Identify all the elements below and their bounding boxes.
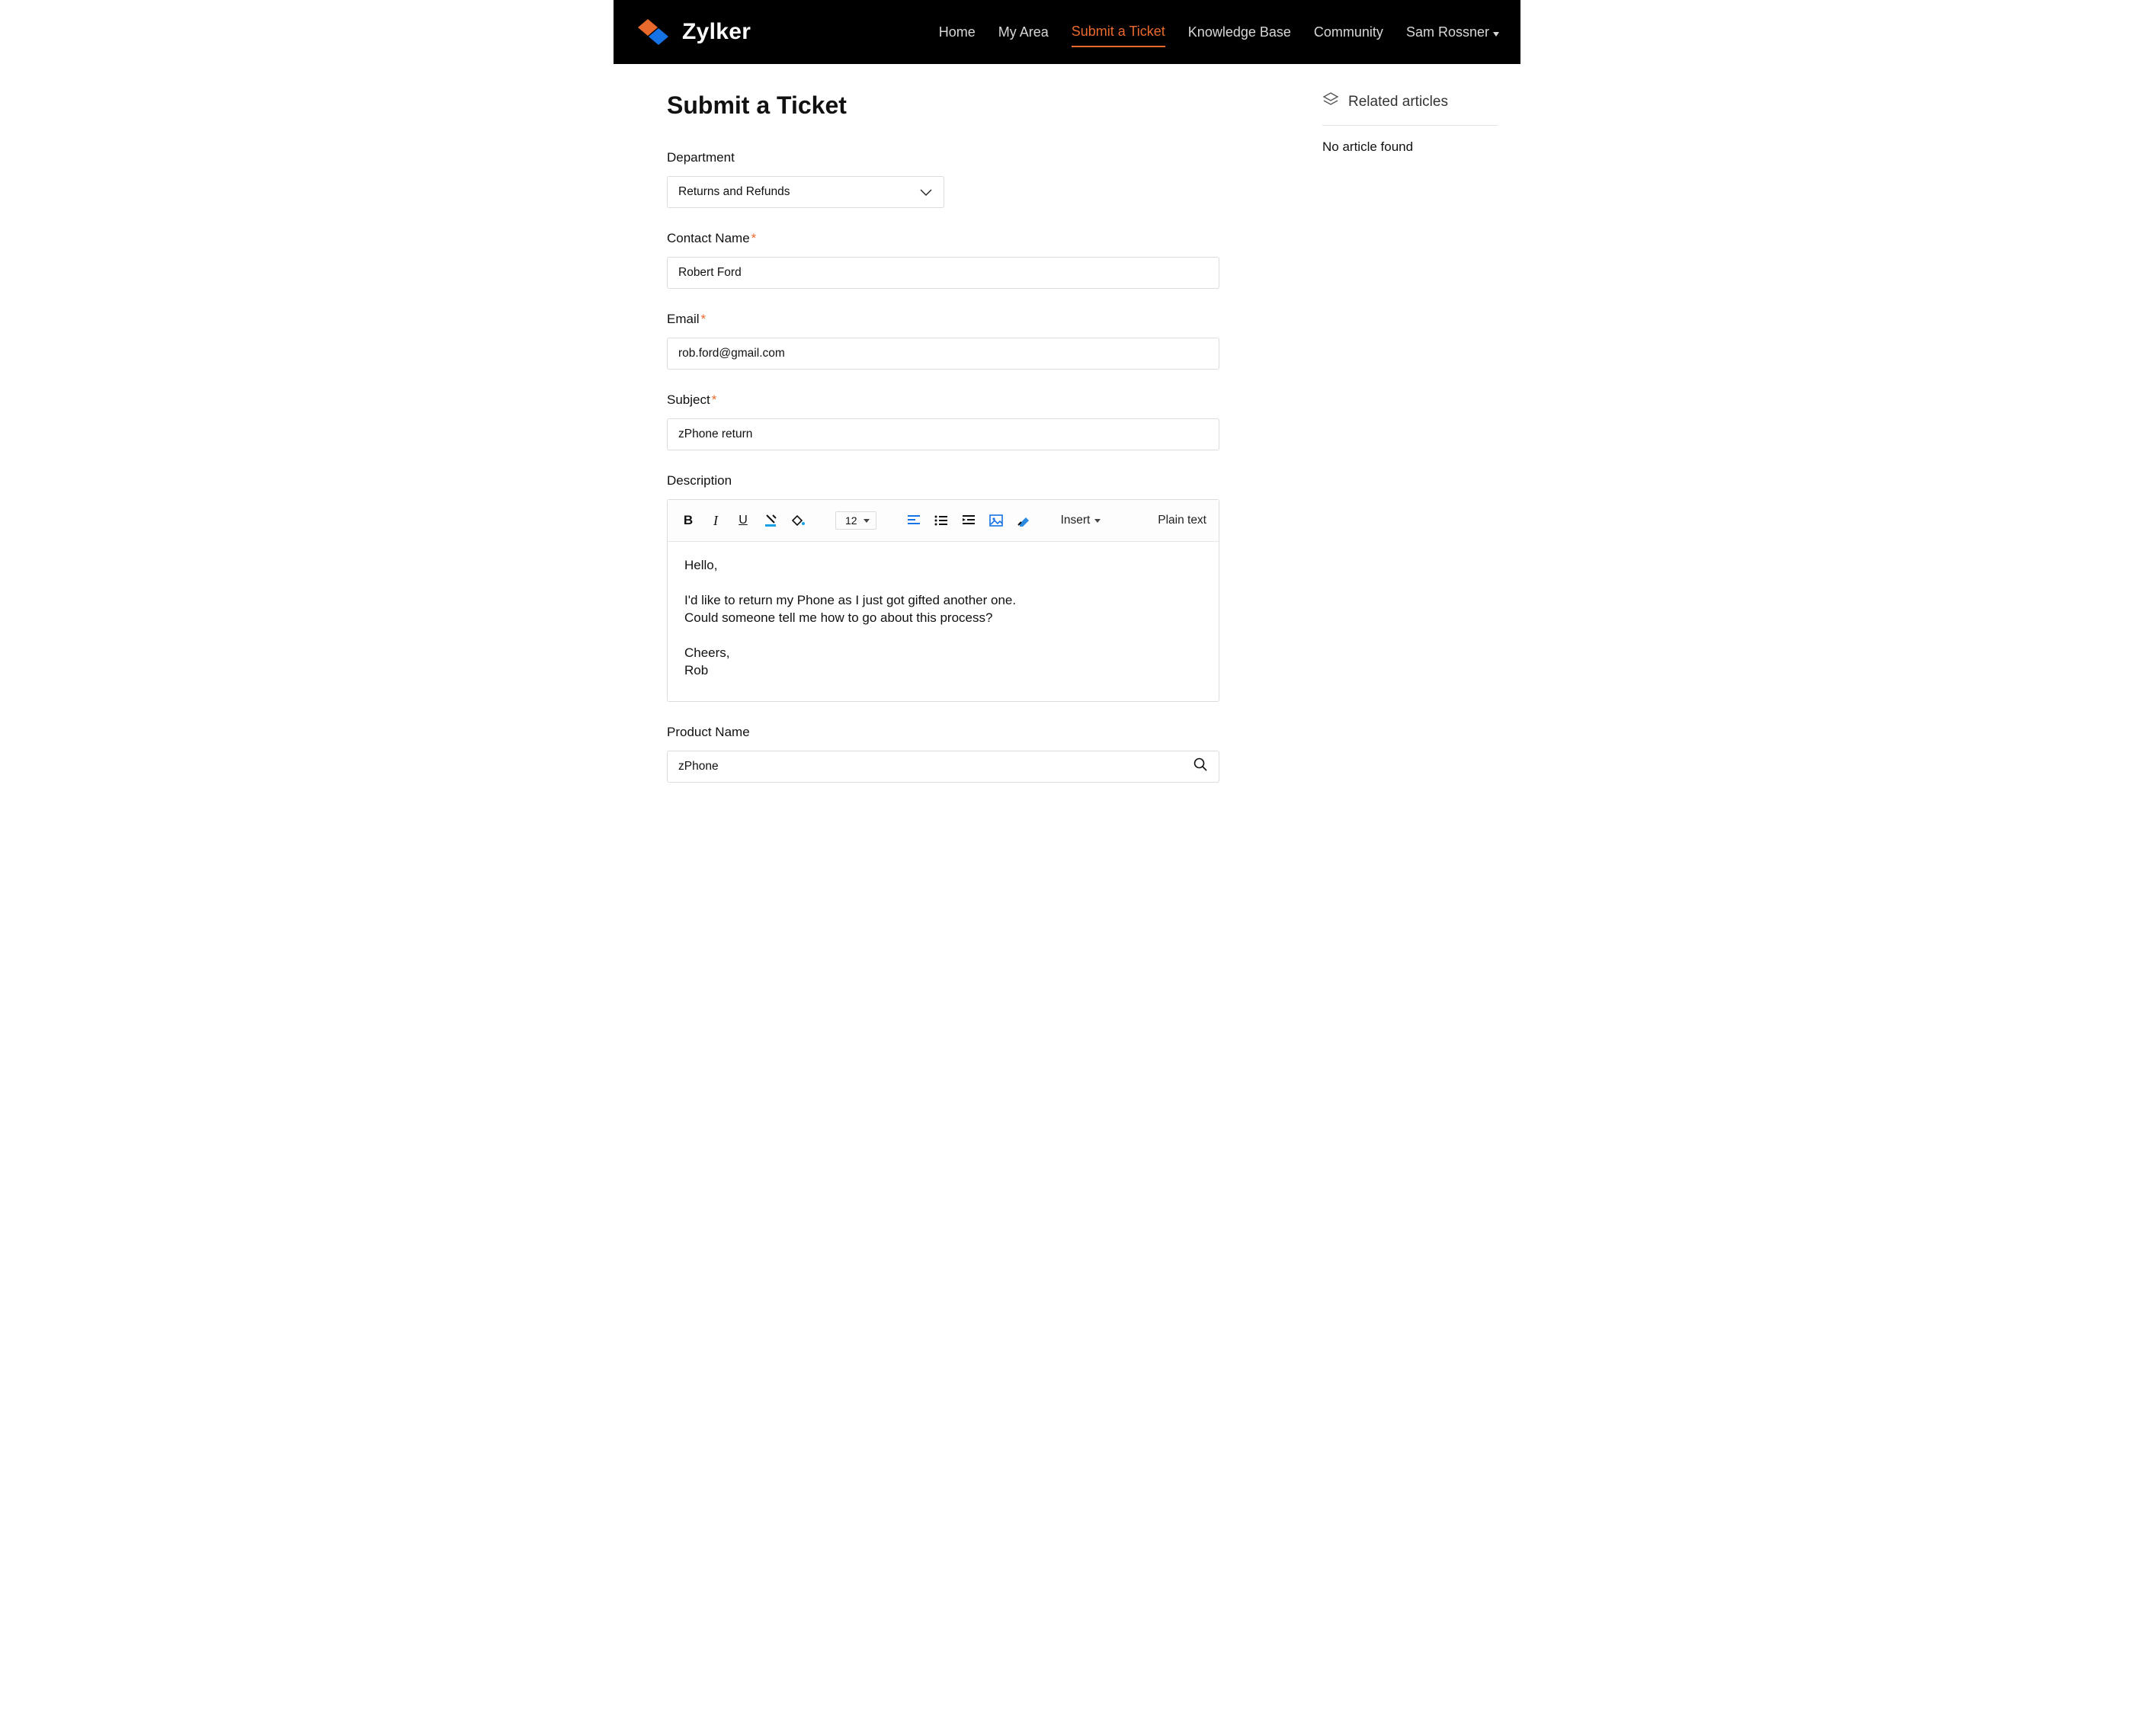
page-title: Submit a Ticket <box>667 91 1277 120</box>
required-asterisk: * <box>751 231 757 245</box>
nav-home[interactable]: Home <box>939 18 976 46</box>
sidebar: Related articles No article found <box>1322 91 1520 783</box>
plain-text-toggle[interactable]: Plain text <box>1158 514 1206 527</box>
label-contact-name: Contact Name* <box>667 231 1277 246</box>
font-size-value: 12 <box>845 514 857 527</box>
label-description: Description <box>667 473 1277 488</box>
label-department: Department <box>667 150 1277 165</box>
description-textarea[interactable]: Hello, I'd like to return my Phone as I … <box>668 542 1219 701</box>
chevron-down-icon <box>919 187 933 197</box>
top-nav: Home My Area Submit a Ticket Knowledge B… <box>939 18 1499 47</box>
department-value: Returns and Refunds <box>678 185 790 199</box>
email-input[interactable] <box>667 338 1219 370</box>
nav-user-menu[interactable]: Sam Rossner <box>1406 18 1499 46</box>
editor-toolbar: B I U 12 <box>668 500 1219 542</box>
product-name-input[interactable] <box>678 760 1166 774</box>
contact-name-input[interactable] <box>667 257 1219 289</box>
subject-input[interactable] <box>667 418 1219 450</box>
brand-logo-icon <box>635 17 671 47</box>
required-asterisk: * <box>712 392 717 407</box>
department-select[interactable]: Returns and Refunds <box>667 176 944 208</box>
field-product-name: Product Name <box>667 725 1277 783</box>
layers-icon <box>1322 91 1339 113</box>
label-subject: Subject* <box>667 392 1277 408</box>
clear-formatting-button[interactable] <box>1015 512 1032 529</box>
nav-knowledge-base[interactable]: Knowledge Base <box>1188 18 1291 46</box>
brand: Zylker <box>635 17 751 47</box>
required-asterisk: * <box>701 312 707 326</box>
insert-image-button[interactable] <box>988 512 1005 529</box>
field-department: Department Returns and Refunds <box>667 150 1277 208</box>
field-subject: Subject* <box>667 392 1277 450</box>
font-size-select[interactable]: 12 <box>835 511 876 530</box>
product-name-search[interactable] <box>667 751 1219 783</box>
field-email: Email* <box>667 312 1277 370</box>
nav-user-name: Sam Rossner <box>1406 24 1489 40</box>
field-contact-name: Contact Name* <box>667 231 1277 289</box>
search-icon <box>1193 757 1208 776</box>
related-articles-header: Related articles <box>1322 91 1498 126</box>
nav-submit-ticket[interactable]: Submit a Ticket <box>1072 18 1165 47</box>
bold-button[interactable]: B <box>680 512 697 529</box>
insert-menu[interactable]: Insert <box>1061 514 1101 527</box>
italic-button[interactable]: I <box>707 512 724 529</box>
chevron-down-icon <box>1094 519 1101 523</box>
chevron-down-icon <box>864 519 870 523</box>
label-email: Email* <box>667 312 1277 327</box>
related-articles-empty: No article found <box>1322 139 1498 155</box>
align-left-button[interactable] <box>905 512 922 529</box>
text-color-button[interactable] <box>762 512 779 529</box>
related-articles-label: Related articles <box>1348 94 1448 111</box>
brand-name: Zylker <box>682 19 751 45</box>
bullet-list-button[interactable] <box>933 512 950 529</box>
underline-button[interactable]: U <box>735 512 751 529</box>
app-header: Zylker Home My Area Submit a Ticket Know… <box>614 0 1520 64</box>
rich-text-editor: B I U 12 <box>667 499 1219 702</box>
ticket-form: Submit a Ticket Department Returns and R… <box>667 91 1277 783</box>
field-description: Description B I U <box>667 473 1277 702</box>
indent-button[interactable] <box>960 512 977 529</box>
nav-my-area[interactable]: My Area <box>998 18 1049 46</box>
label-product-name: Product Name <box>667 725 1277 740</box>
fill-color-button[interactable] <box>790 512 806 529</box>
chevron-down-icon <box>1493 32 1499 37</box>
nav-community[interactable]: Community <box>1314 18 1383 46</box>
